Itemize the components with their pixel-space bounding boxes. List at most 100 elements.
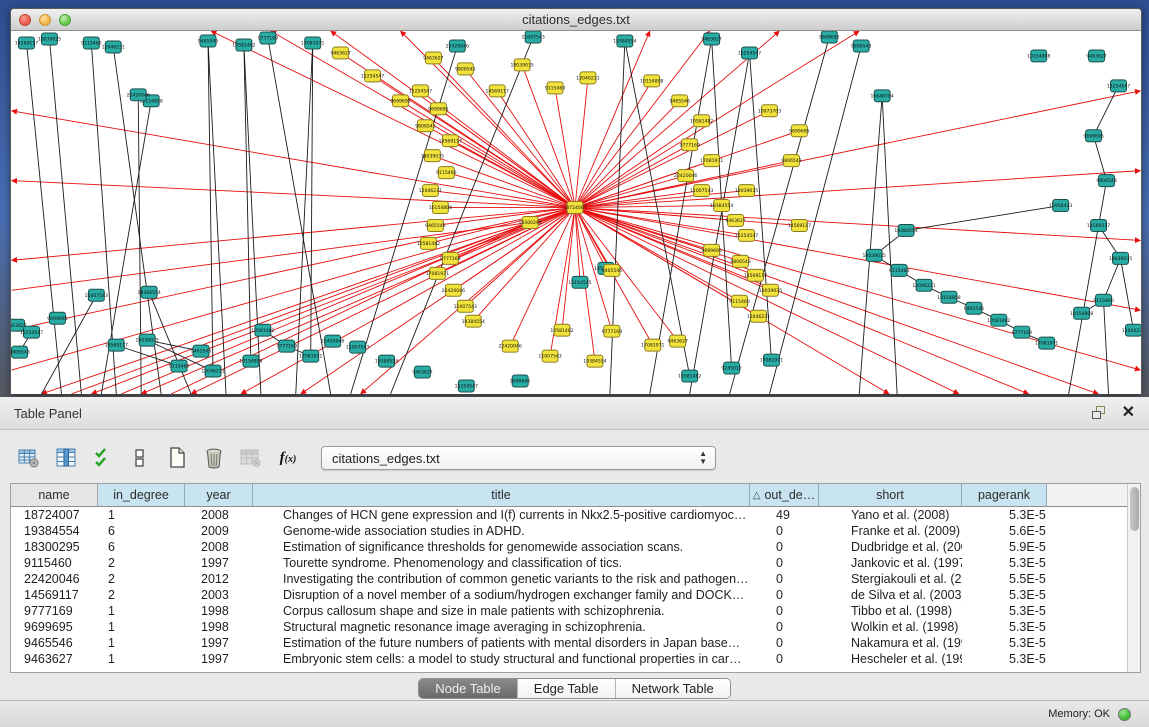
graph-node[interactable]: 12046231 (576, 72, 599, 84)
graph-edge[interactable] (1104, 300, 1109, 394)
new-column-button[interactable] (162, 444, 192, 472)
graph-node[interactable]: 10154808 (239, 355, 262, 367)
graph-node[interactable]: 14569117 (105, 339, 128, 351)
graph-node[interactable]: 22420046 (442, 284, 465, 296)
graph-node[interactable]: 10154808 (640, 75, 663, 87)
graph-node[interactable]: 15254547 (409, 85, 432, 97)
scrollbar-thumb[interactable] (1130, 487, 1139, 531)
graph-node[interactable]: 9699695 (701, 244, 721, 256)
delete-column-button[interactable] (199, 444, 229, 472)
graph-node[interactable]: 17081971 (426, 267, 449, 279)
graph-node[interactable]: 9463627 (668, 335, 688, 347)
graph-node[interactable]: 12046231 (1122, 324, 1141, 336)
cell-name[interactable]: 19384554 (11, 523, 98, 539)
graph-node[interactable]: 9115460 (169, 360, 189, 372)
cell-out_degree[interactable]: 0 (750, 619, 819, 635)
memory-status-indicator[interactable] (1118, 708, 1131, 721)
graph-node[interactable]: 17081971 (641, 339, 664, 351)
cell-title[interactable]: Investigating the contribution of common… (253, 571, 750, 587)
cell-short[interactable]: Stergiakouli et al. (2012) (819, 571, 962, 587)
cell-short[interactable]: Franke et al. (2009) (819, 523, 962, 539)
graph-node[interactable]: 9465546 (198, 35, 218, 47)
graph-edge[interactable] (562, 208, 575, 331)
graph-node[interactable]: 9777169 (602, 325, 622, 337)
graph-node[interactable]: 10154808 (1027, 50, 1050, 62)
graph-node[interactable]: 9463627 (1086, 50, 1106, 62)
graph-edge[interactable] (859, 96, 882, 394)
graph-node[interactable]: 9699695 (428, 103, 448, 115)
column-header-year[interactable]: year (185, 484, 253, 506)
graph-edge[interactable] (1094, 86, 1119, 136)
graph-node[interactable]: 18039035 (863, 249, 886, 261)
graph-node[interactable]: 16648784 (871, 90, 894, 102)
cell-title[interactable]: Estimation of the future numbers of pati… (253, 635, 750, 651)
cell-in_degree[interactable]: 2 (98, 571, 185, 587)
cell-pagerank[interactable]: 5.3E-5 (962, 619, 1047, 635)
graph-node[interactable]: 9463627 (412, 366, 432, 378)
graph-node[interactable]: 9463627 (423, 52, 443, 64)
cell-in_degree[interactable]: 1 (98, 635, 185, 651)
graph-node[interactable]: 18039035 (421, 150, 444, 162)
graph-node[interactable]: 14569117 (1087, 219, 1110, 231)
zoom-window-button[interactable] (59, 14, 71, 26)
graph-edge[interactable] (575, 78, 588, 208)
cell-in_degree[interactable]: 6 (98, 523, 185, 539)
column-header-in_degree[interactable]: in_degree (98, 484, 185, 506)
graph-node[interactable]: 9806543 (455, 63, 475, 75)
graph-node[interactable]: 11007543 (346, 341, 369, 353)
graph-node[interactable]: 22420046 (321, 335, 344, 347)
graph-node[interactable]: 15254547 (20, 326, 43, 338)
graph-node[interactable]: 18039035 (1109, 252, 1132, 264)
graph-node[interactable]: 10581482 (232, 39, 255, 51)
graph-node[interactable]: 9777169 (679, 139, 699, 151)
graph-node[interactable]: 10973703 (758, 105, 781, 117)
graph-node[interactable]: 9806543 (11, 346, 30, 358)
cell-title[interactable]: Tourette syndrome. Phenomenology and cla… (253, 555, 750, 571)
cell-out_degree[interactable]: 0 (750, 555, 819, 571)
delete-table-button[interactable] (236, 444, 266, 472)
table-row[interactable]: 1938455462009Genome-wide association stu… (11, 523, 1140, 539)
graph-node[interactable]: 19384554 (894, 224, 917, 236)
graph-node[interactable]: 14569117 (486, 85, 509, 97)
graph-node[interactable]: 11007543 (521, 31, 544, 43)
graph-node[interactable]: 14569117 (788, 219, 811, 231)
graph-edge[interactable] (906, 206, 1061, 231)
graph-node[interactable]: 22420046 (499, 340, 522, 352)
graph-node[interactable]: 19384554 (613, 35, 636, 47)
graph-edge[interactable] (575, 208, 1099, 394)
table-source-dropdown[interactable]: citations_edges.txt ▲▼ (321, 446, 716, 470)
cell-title[interactable]: Structural magnetic resonance image aver… (253, 619, 750, 635)
cell-out_degree[interactable]: 49 (750, 507, 819, 523)
graph-edge[interactable] (882, 96, 897, 394)
graph-node[interactable]: 17081971 (301, 37, 324, 49)
graph-node[interactable]: 9115460 (889, 264, 909, 276)
cell-out_degree[interactable]: 0 (750, 571, 819, 587)
cell-out_degree[interactable]: 0 (750, 651, 819, 667)
graph-edge[interactable] (27, 43, 62, 394)
cell-in_degree[interactable]: 6 (98, 539, 185, 555)
cell-short[interactable]: Jankovic et al. (1997) (819, 555, 962, 571)
select-columns-button[interactable] (51, 444, 81, 472)
column-header-out_degree[interactable]: △out_de… (750, 484, 819, 506)
graph-edge[interactable] (296, 43, 313, 394)
column-header-short[interactable]: short (819, 484, 962, 506)
graph-node[interactable]: 9777169 (1012, 326, 1032, 338)
graph-edge[interactable] (428, 208, 575, 244)
cell-out_degree[interactable]: 0 (750, 587, 819, 603)
cell-pagerank[interactable]: 5.9E-5 (962, 539, 1047, 555)
graph-node[interactable]: 18039035 (735, 185, 758, 197)
cell-pagerank[interactable]: 5.3E-5 (962, 587, 1047, 603)
graph-node[interactable]: 11007543 (454, 300, 477, 312)
graph-node[interactable]: 10154808 (937, 291, 960, 303)
cell-in_degree[interactable]: 1 (98, 619, 185, 635)
cell-year[interactable]: 1997 (185, 555, 253, 571)
graph-edge[interactable] (575, 31, 859, 208)
graph-node[interactable]: 12046231 (912, 279, 935, 291)
cell-short[interactable]: Wolkin et al. (1998) (819, 619, 962, 635)
cell-short[interactable]: Yano et al. (2008) (819, 507, 962, 523)
cell-year[interactable]: 1998 (185, 603, 253, 619)
cell-year[interactable]: 1997 (185, 651, 253, 667)
graph-node[interactable]: 9806543 (1096, 175, 1116, 187)
table-row[interactable]: 969969511998Structural magnetic resonanc… (11, 619, 1140, 635)
graph-edge[interactable] (12, 208, 575, 331)
